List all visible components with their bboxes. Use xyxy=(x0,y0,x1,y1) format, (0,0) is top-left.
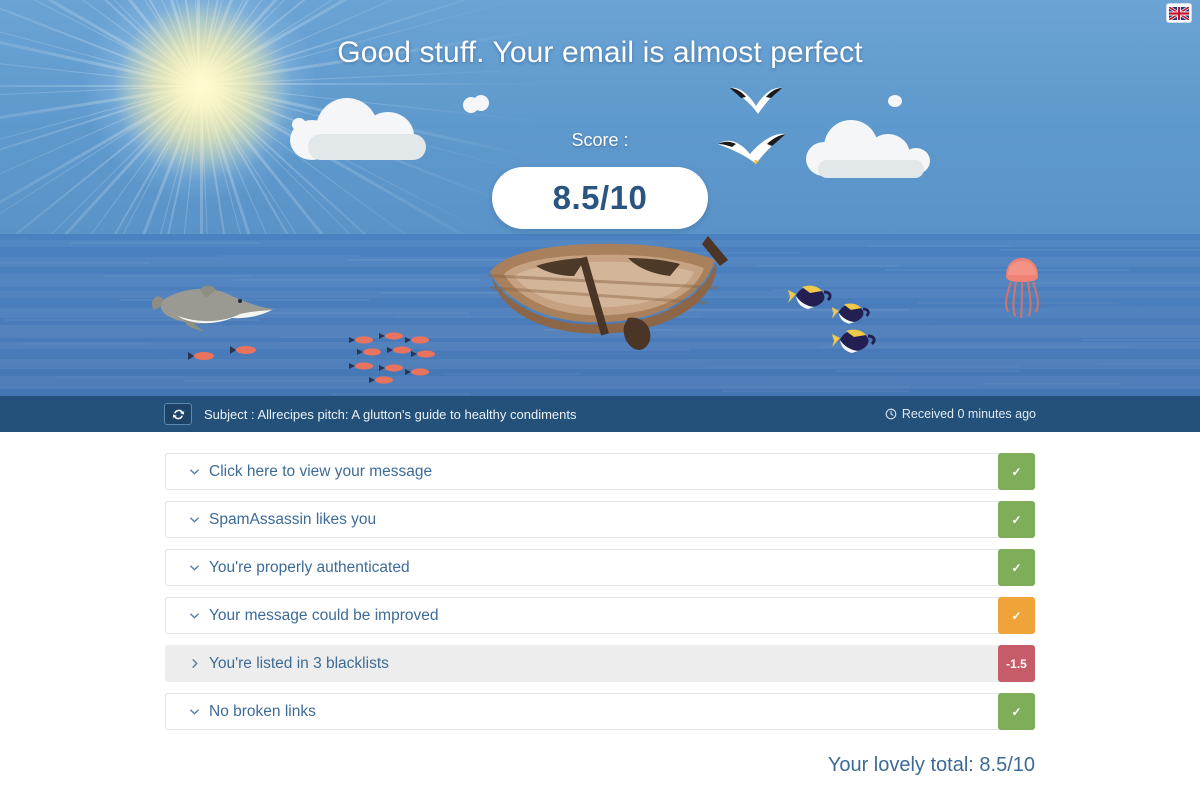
result-row[interactable]: SpamAssassin likes you ✓ xyxy=(165,501,1035,538)
sun-icon xyxy=(110,0,295,180)
result-badge: ✓ xyxy=(998,501,1035,538)
score-label: Score : xyxy=(571,130,629,150)
clock-icon xyxy=(885,408,897,420)
refresh-button[interactable] xyxy=(164,403,192,425)
result-label: Your message could be improved xyxy=(209,606,439,624)
result-badge: ✓ xyxy=(998,549,1035,586)
result-badge: ✓ xyxy=(998,693,1035,730)
seagull-icon xyxy=(730,87,782,114)
result-label: No broken links xyxy=(209,702,316,720)
uk-flag-icon xyxy=(1169,6,1189,20)
score-badge: 8.5/10 xyxy=(492,167,708,229)
cloud-icon xyxy=(888,95,902,107)
jellyfish-icon xyxy=(1005,258,1039,319)
result-row[interactable]: You're properly authenticated ✓ xyxy=(165,549,1035,586)
chevron-down-icon[interactable] xyxy=(187,514,202,525)
language-selector-button[interactable] xyxy=(1166,3,1192,23)
tang-fish-icon xyxy=(788,285,832,309)
score-value: 8.5/10 xyxy=(552,179,648,216)
result-row[interactable]: Your message could be improved ✓ xyxy=(165,597,1035,634)
hero-banner: Good stuff. Your email is almost perfect… xyxy=(0,0,1200,396)
result-label: You're listed in 3 blacklists xyxy=(209,654,389,672)
page-title: Good stuff. Your email is almost perfect xyxy=(337,36,863,69)
result-badge: ✓ xyxy=(998,453,1035,490)
result-row[interactable]: You're listed in 3 blacklists -1.5 xyxy=(165,645,1035,682)
chevron-right-icon[interactable] xyxy=(187,658,202,669)
fish-school-icon xyxy=(188,346,256,360)
subject-bar: Subject : Allrecipes pitch: A glutton's … xyxy=(0,396,1200,432)
dolphin-icon xyxy=(151,285,274,332)
total-score: Your lovely total: 8.5/10 xyxy=(827,754,1035,776)
subject-text: Subject : Allrecipes pitch: A glutton's … xyxy=(204,406,577,422)
rowboat-icon xyxy=(488,236,728,350)
received-text: Received 0 minutes ago xyxy=(901,407,1036,421)
refresh-icon xyxy=(172,409,184,419)
results-list: Click here to view your message ✓ SpamAssa… xyxy=(0,432,1200,730)
chevron-down-icon[interactable] xyxy=(187,610,202,621)
tang-fish-icon xyxy=(831,303,870,324)
result-row[interactable]: Click here to view your message ✓ xyxy=(165,453,1035,490)
result-label: Click here to view your message xyxy=(209,462,433,480)
chevron-down-icon[interactable] xyxy=(187,706,202,717)
received-status: Received 0 minutes ago xyxy=(885,407,1036,421)
result-label: You're properly authenticated xyxy=(209,558,410,576)
chevron-down-icon[interactable] xyxy=(187,562,202,573)
cloud-icon xyxy=(463,95,489,117)
tang-fish-icon xyxy=(832,329,876,353)
result-row[interactable]: No broken links ✓ xyxy=(165,693,1035,730)
chevron-down-icon[interactable] xyxy=(187,466,202,477)
result-label: SpamAssassin likes you xyxy=(209,510,377,528)
result-badge: ✓ xyxy=(998,597,1035,634)
result-badge: -1.5 xyxy=(998,645,1035,682)
fish-school-icon xyxy=(349,332,435,384)
